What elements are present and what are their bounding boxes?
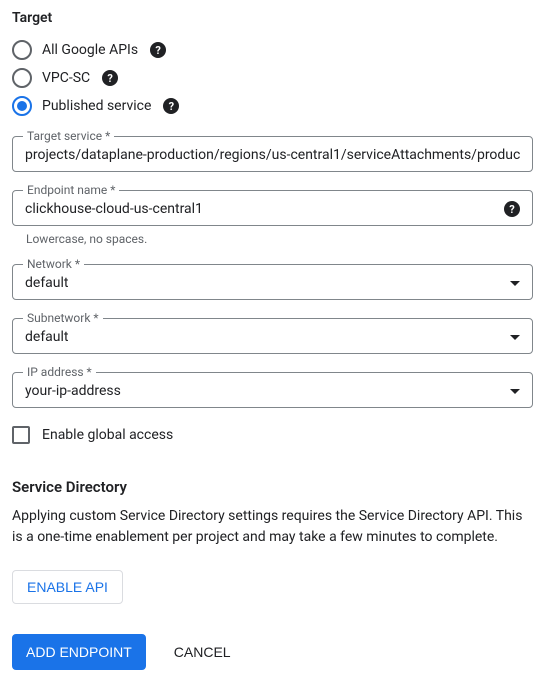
radio-label: VPC-SC xyxy=(42,70,90,86)
field-label: Target service * xyxy=(23,129,114,143)
endpoint-name-input[interactable] xyxy=(25,201,496,217)
chevron-down-icon xyxy=(510,281,520,286)
help-icon[interactable]: ? xyxy=(150,42,166,58)
radio-circle-selected-icon xyxy=(12,96,32,116)
checkbox-label: Enable global access xyxy=(42,427,173,443)
chevron-down-icon xyxy=(510,389,520,394)
ip-address-value: your-ip-address xyxy=(25,383,502,399)
subnetwork-value: default xyxy=(25,329,502,345)
field-label: IP address * xyxy=(23,365,96,379)
radio-published-service[interactable]: Published service ? xyxy=(12,92,533,120)
target-section-title: Target xyxy=(12,10,533,26)
checkbox-unchecked-icon xyxy=(12,426,30,444)
ip-address-field: IP address * your-ip-address xyxy=(12,372,533,408)
radio-label: Published service xyxy=(42,98,151,114)
target-service-input[interactable] xyxy=(25,147,520,163)
subnetwork-field: Subnetwork * default xyxy=(12,318,533,354)
service-directory-title: Service Directory xyxy=(12,478,533,496)
radio-vpc-sc[interactable]: VPC-SC ? xyxy=(12,64,533,92)
network-field: Network * default xyxy=(12,264,533,300)
cancel-button[interactable]: CANCEL xyxy=(174,644,231,660)
field-label: Subnetwork * xyxy=(23,311,103,325)
network-select[interactable]: Network * default xyxy=(12,264,533,300)
help-icon[interactable]: ? xyxy=(504,201,520,217)
endpoint-name-field: Endpoint name * ? Lowercase, no spaces. xyxy=(12,190,533,246)
field-label: Endpoint name * xyxy=(23,183,119,197)
enable-api-button[interactable]: ENABLE API xyxy=(12,570,123,604)
service-directory-description: Applying custom Service Directory settin… xyxy=(12,506,533,548)
subnetwork-select[interactable]: Subnetwork * default xyxy=(12,318,533,354)
target-radio-group: All Google APIs ? VPC-SC ? Published ser… xyxy=(12,36,533,120)
help-icon[interactable]: ? xyxy=(163,98,179,114)
radio-label: All Google APIs xyxy=(42,42,138,58)
chevron-down-icon xyxy=(510,335,520,340)
add-endpoint-button[interactable]: ADD ENDPOINT xyxy=(12,634,146,670)
network-value: default xyxy=(25,275,502,291)
footer-actions: ADD ENDPOINT CANCEL xyxy=(12,634,533,670)
radio-circle-icon xyxy=(12,40,32,60)
enable-global-access-checkbox[interactable]: Enable global access xyxy=(12,426,533,444)
help-icon[interactable]: ? xyxy=(102,70,118,86)
radio-all-google-apis[interactable]: All Google APIs ? xyxy=(12,36,533,64)
ip-address-select[interactable]: IP address * your-ip-address xyxy=(12,372,533,408)
target-service-field: Target service * xyxy=(12,136,533,172)
endpoint-name-helper-text: Lowercase, no spaces. xyxy=(26,232,533,246)
target-service-input-wrap[interactable]: Target service * xyxy=(12,136,533,172)
radio-circle-icon xyxy=(12,68,32,88)
field-label: Network * xyxy=(23,257,84,271)
endpoint-name-input-wrap[interactable]: Endpoint name * ? xyxy=(12,190,533,226)
